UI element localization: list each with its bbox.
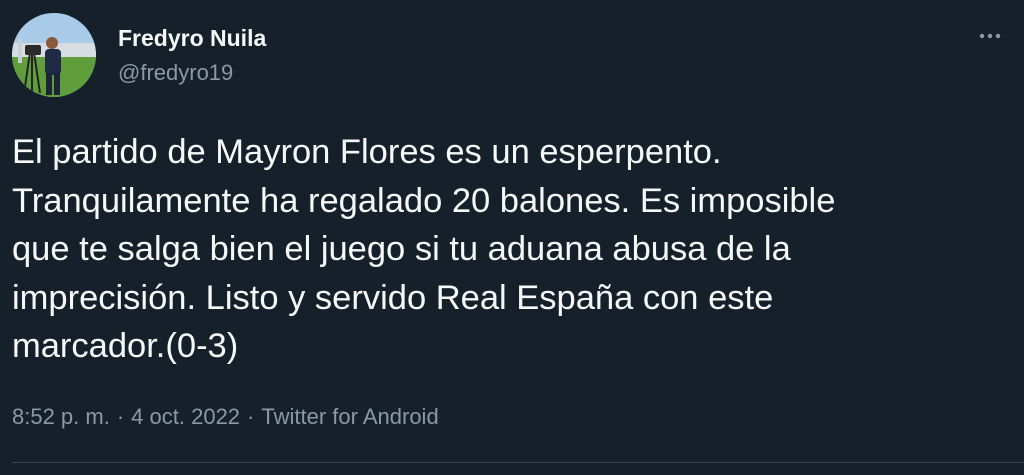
more-dots-icon (979, 33, 1001, 39)
tweet-meta: 8:52 p. m. · 4 oct. 2022 · Twitter for Andro… (12, 402, 439, 432)
profile-photo-icon (12, 13, 96, 97)
meta-separator: · (116, 404, 125, 429)
more-options-button[interactable] (972, 20, 1008, 50)
meta-separator: · (247, 404, 255, 429)
tweet-card: Fredyro Nuila @fredyro19 El partido de M… (0, 0, 1024, 475)
author-handle[interactable]: @fredyro19 (118, 59, 233, 87)
avatar[interactable] (12, 13, 96, 97)
tweet-source[interactable]: Twitter for Android (261, 402, 438, 432)
author-name[interactable]: Fredyro Nuila (118, 24, 266, 52)
divider (12, 462, 1024, 463)
tweet-time[interactable]: 8:52 p. m. (12, 402, 110, 432)
tweet-date[interactable]: 4 oct. 2022 (131, 402, 240, 432)
tweet-text: El partido de Mayron Flores es un esperp… (12, 133, 836, 365)
